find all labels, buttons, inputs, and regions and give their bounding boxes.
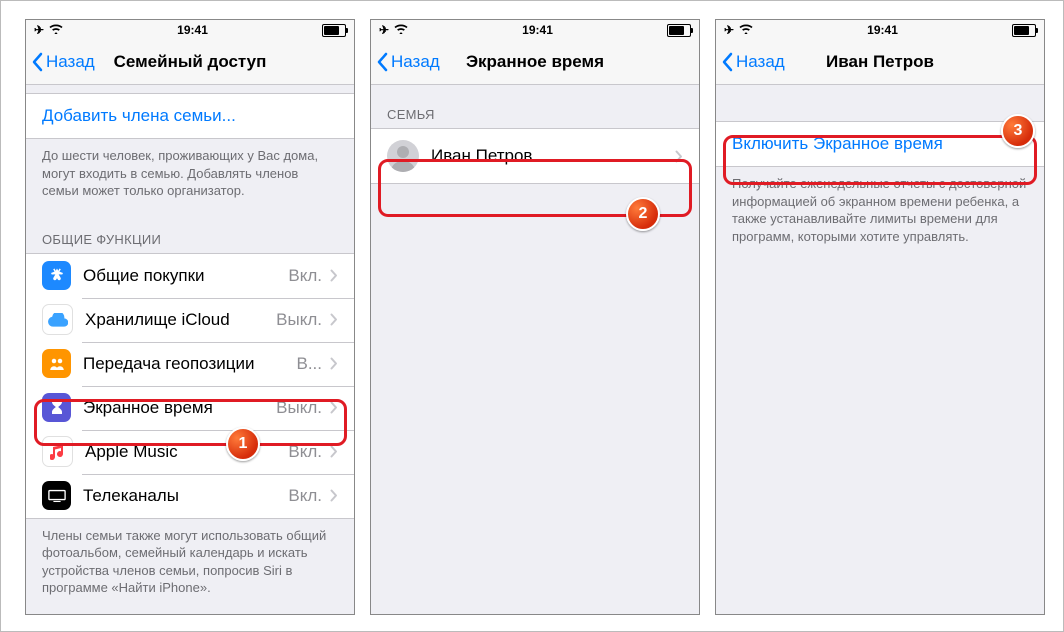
phone-screen-1: ✈︎ 19:41 Назад Семейный доступ Добавить …: [25, 19, 355, 615]
airplane-icon: ✈︎: [379, 23, 389, 37]
row-value: Выкл.: [276, 398, 322, 418]
status-bar: ✈︎ 19:41: [371, 20, 699, 40]
nav-bar: Назад Экранное время: [371, 40, 699, 85]
battery-icon: [322, 24, 346, 37]
family-icon: [42, 349, 71, 378]
status-bar: ✈︎ 19:41: [716, 20, 1044, 40]
row-value: В...: [296, 354, 322, 374]
back-label: Назад: [736, 52, 785, 72]
row-value: Вкл.: [288, 486, 322, 506]
battery-icon: [1012, 24, 1036, 37]
chevron-right-icon: [330, 269, 338, 282]
row-label: Общие покупки: [83, 266, 282, 286]
back-button[interactable]: Назад: [722, 52, 785, 72]
family-header: СЕМЬЯ: [371, 85, 699, 128]
back-label: Назад: [391, 52, 440, 72]
chevron-left-icon: [32, 52, 44, 72]
icloud-icon: [42, 304, 73, 335]
enable-screen-time-button[interactable]: Включить Экранное время: [716, 121, 1044, 167]
back-button[interactable]: Назад: [377, 52, 440, 72]
battery-icon: [667, 24, 691, 37]
member-name: Иван Петров: [431, 146, 667, 166]
row-value: Вкл.: [288, 442, 322, 462]
row-purchases[interactable]: Общие покупки Вкл.: [26, 254, 354, 298]
music-icon: [42, 436, 73, 467]
phone-screen-2: ✈︎ 19:41 Назад Экранное время СЕМЬЯ: [370, 19, 700, 615]
shared-functions-footer: Члены семьи также могут использовать общ…: [26, 519, 354, 611]
airplane-icon: ✈︎: [34, 23, 44, 37]
status-time: 19:41: [177, 23, 208, 37]
row-value: Вкл.: [288, 266, 322, 286]
nav-bar: Назад Семейный доступ: [26, 40, 354, 85]
row-tv-channels[interactable]: Телеканалы Вкл.: [26, 474, 354, 518]
hourglass-icon: [42, 393, 71, 422]
nav-bar: Назад Иван Петров: [716, 40, 1044, 85]
family-member-row[interactable]: Иван Петров: [371, 129, 699, 183]
row-label: Экранное время: [83, 398, 270, 418]
shared-functions-header: ОБЩИЕ ФУНКЦИИ: [26, 214, 354, 253]
chevron-left-icon: [377, 52, 389, 72]
add-family-member-button[interactable]: Добавить члена семьи...: [26, 93, 354, 139]
row-label: Передача геопозиции: [83, 354, 290, 374]
family-members-list: Иван Петров: [371, 128, 699, 184]
add-family-footer: До шести человек, проживающих у Вас дома…: [26, 139, 354, 214]
chevron-left-icon: [722, 52, 734, 72]
chevron-right-icon: [675, 150, 683, 163]
tv-icon: [42, 481, 71, 510]
row-apple-music[interactable]: Apple Music Вкл.: [26, 430, 354, 474]
chevron-right-icon: [330, 489, 338, 502]
row-label: Хранилище iCloud: [85, 310, 270, 330]
shared-functions-list: Общие покупки Вкл. Хранилище iCloud Выкл…: [26, 253, 354, 519]
status-time: 19:41: [867, 23, 898, 37]
avatar-icon: [387, 140, 419, 172]
wifi-icon: [739, 23, 753, 37]
wifi-icon: [49, 23, 63, 37]
airplane-icon: ✈︎: [724, 23, 734, 37]
chevron-right-icon: [330, 313, 338, 326]
phone-screen-3: ✈︎ 19:41 Назад Иван Петров Включить Экра…: [715, 19, 1045, 615]
chevron-right-icon: [330, 357, 338, 370]
enable-screen-time-footer: Получайте еженедельные отчеты с достовер…: [716, 167, 1044, 259]
row-label: Apple Music: [85, 442, 282, 462]
chevron-right-icon: [330, 401, 338, 414]
appstore-icon: [42, 261, 71, 290]
back-button[interactable]: Назад: [32, 52, 95, 72]
row-icloud[interactable]: Хранилище iCloud Выкл.: [26, 298, 354, 342]
wifi-icon: [394, 23, 408, 37]
row-screen-time[interactable]: Экранное время Выкл.: [26, 386, 354, 430]
back-label: Назад: [46, 52, 95, 72]
status-time: 19:41: [522, 23, 553, 37]
tutorial-three-screens: ✈︎ 19:41 Назад Семейный доступ Добавить …: [0, 0, 1064, 632]
status-bar: ✈︎ 19:41: [26, 20, 354, 40]
row-label: Телеканалы: [83, 486, 282, 506]
chevron-right-icon: [330, 445, 338, 458]
row-value: Выкл.: [276, 310, 322, 330]
row-location-sharing[interactable]: Передача геопозиции В...: [26, 342, 354, 386]
